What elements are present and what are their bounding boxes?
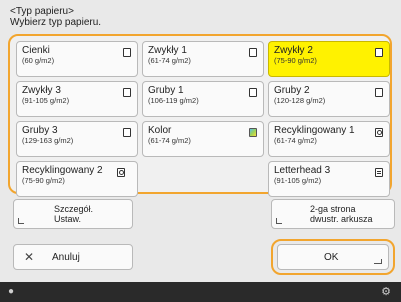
screen-header: <Typ papieru> Wybierz typ papieru. <box>10 6 101 28</box>
paper-type-button[interactable]: Letterhead 3 (91-105 g/m2) <box>268 161 390 197</box>
paper-type-button[interactable]: Gruby 3 (129-163 g/m2) <box>16 121 138 157</box>
paper-icon <box>375 88 383 97</box>
paper-type-panel: Cienki (60 g/m2) Zwykły 1 (61-74 g/m2) Z… <box>8 34 392 197</box>
paper-type-button[interactable]: Kolor (61-74 g/m2) <box>142 121 264 157</box>
back-side-button[interactable]: 2-ga strona dwustr. arkusza <box>271 199 395 229</box>
paper-icon <box>375 48 383 57</box>
paper-type-button[interactable]: Recyklingowany 1 (61-74 g/m2) <box>268 121 390 157</box>
recycled-paper-icon <box>375 128 383 137</box>
close-icon: ✕ <box>24 250 35 264</box>
paper-icon <box>123 48 131 57</box>
paper-type-button-selected[interactable]: Zwykły 2 (75-90 g/m2) <box>268 41 390 77</box>
empty-grid-slot <box>142 161 264 197</box>
paper-type-button[interactable]: Recyklingowany 2 (75-90 g/m2) <box>16 161 138 197</box>
screen-title: <Typ papieru> <box>10 6 74 17</box>
details-settings-button[interactable]: Szczegół. Ustaw. <box>13 199 133 229</box>
ok-button[interactable]: OK <box>277 244 389 270</box>
ok-button-focus-ring: OK <box>271 239 395 275</box>
cancel-button[interactable]: ✕ Anuluj <box>13 244 133 270</box>
color-paper-icon <box>249 128 257 137</box>
network-status-icon[interactable]: ⚙ <box>381 285 391 298</box>
paper-icon <box>249 88 257 97</box>
paper-type-button[interactable]: Zwykły 1 (61-74 g/m2) <box>142 41 264 77</box>
recycled-paper-icon <box>117 168 125 177</box>
paper-type-button[interactable]: Zwykły 3 (91-105 g/m2) <box>16 81 138 117</box>
paper-icon <box>249 48 257 57</box>
status-bar: ● ⚙ <box>0 282 401 302</box>
paper-type-button[interactable]: Gruby 1 (106-119 g/m2) <box>142 81 264 117</box>
paper-type-button[interactable]: Gruby 2 (120-128 g/m2) <box>268 81 390 117</box>
status-indicator-icon[interactable]: ● <box>8 286 14 297</box>
corner-arrow-icon <box>18 218 24 224</box>
corner-arrow-icon <box>276 218 282 224</box>
paper-type-button[interactable]: Cienki (60 g/m2) <box>16 41 138 77</box>
paper-type-grid: Cienki (60 g/m2) Zwykły 1 (61-74 g/m2) Z… <box>16 41 390 197</box>
paper-icon <box>123 88 131 97</box>
paper-icon <box>123 128 131 137</box>
screen-instruction: Wybierz typ papieru. <box>10 17 102 28</box>
letterhead-icon <box>375 168 383 177</box>
enter-icon <box>374 259 382 264</box>
